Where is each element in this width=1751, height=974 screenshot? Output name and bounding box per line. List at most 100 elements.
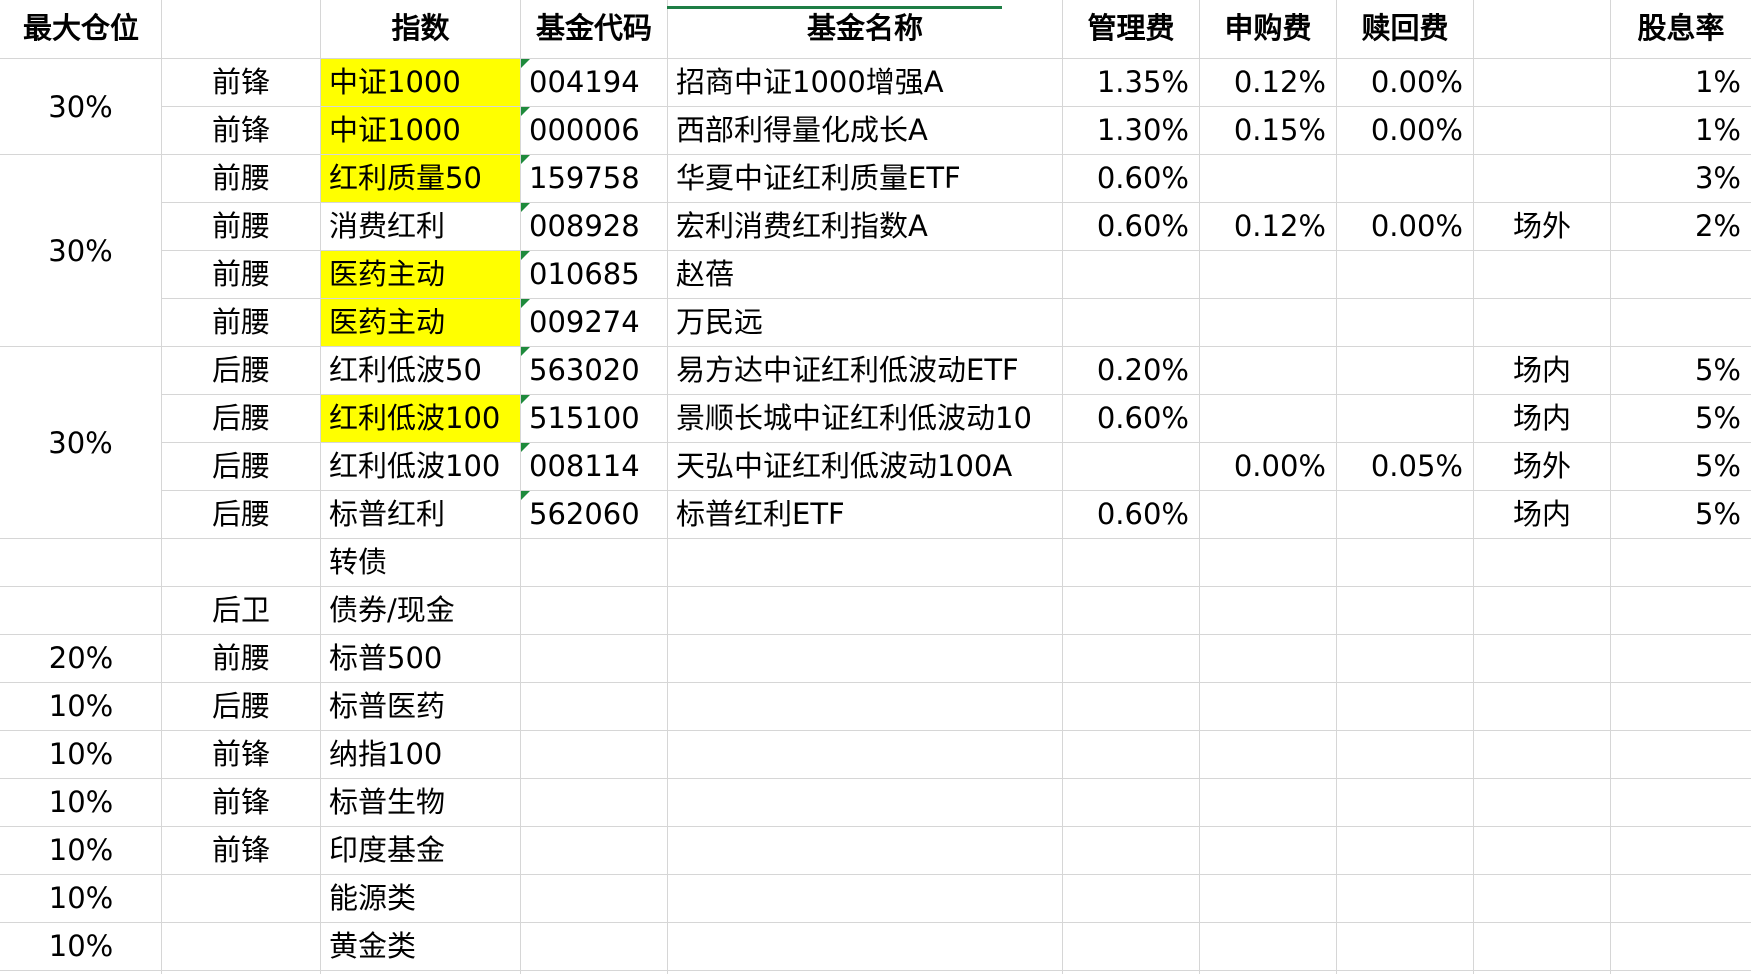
role-cell[interactable]: 前锋 (162, 731, 320, 778)
fund-code-cell[interactable] (521, 683, 667, 730)
redemption-fee-cell[interactable] (1337, 827, 1473, 874)
mgmt-fee-cell[interactable]: 1.35% (1063, 59, 1199, 106)
mgmt-fee-cell[interactable] (1063, 539, 1199, 586)
market-cell[interactable] (1474, 683, 1610, 730)
fund-name-cell[interactable]: 赵蓓 (668, 251, 1062, 298)
dividend-yield-cell[interactable] (1611, 731, 1751, 778)
header-max-position[interactable]: 最大仓位 (1, 2, 161, 59)
header-market[interactable] (1474, 2, 1610, 59)
role-cell[interactable] (162, 875, 320, 922)
index-cell[interactable]: 标普生物 (321, 779, 520, 826)
fund-code-cell[interactable]: 010685 (521, 251, 667, 298)
index-cell[interactable]: 红利质量50 (321, 155, 520, 202)
max-position-merged-cell[interactable]: 30% (0, 155, 161, 346)
redemption-fee-cell[interactable] (1337, 539, 1473, 586)
redemption-fee-cell[interactable] (1337, 347, 1473, 394)
index-cell[interactable]: 消费红利 (321, 203, 520, 250)
mgmt-fee-cell[interactable] (1063, 779, 1199, 826)
role-cell[interactable]: 后卫 (162, 587, 320, 634)
role-cell[interactable]: 后腰 (162, 395, 320, 442)
market-cell[interactable]: 场外 (1474, 203, 1610, 250)
market-cell[interactable] (1474, 635, 1610, 682)
subscription-fee-cell[interactable] (1200, 347, 1336, 394)
max-position-merged-cell[interactable]: 30% (0, 347, 161, 538)
market-cell[interactable] (1474, 299, 1610, 346)
subscription-fee-cell[interactable]: 0.15% (1200, 107, 1336, 154)
subscription-fee-cell[interactable] (1200, 923, 1336, 970)
dividend-yield-cell[interactable]: 5% (1611, 443, 1751, 490)
subscription-fee-cell[interactable] (1200, 299, 1336, 346)
max-position-cell[interactable]: 10% (1, 923, 161, 970)
fund-name-cell[interactable] (668, 587, 1062, 634)
redemption-fee-cell[interactable] (1337, 731, 1473, 778)
fund-name-cell[interactable] (668, 683, 1062, 730)
fund-name-cell[interactable]: 宏利消费红利指数A (668, 203, 1062, 250)
subscription-fee-cell[interactable] (1200, 155, 1336, 202)
dividend-yield-cell[interactable]: 5% (1611, 395, 1751, 442)
max-position-cell[interactable]: 10% (1, 875, 161, 922)
fund-name-cell[interactable] (668, 539, 1062, 586)
dividend-yield-cell[interactable] (1611, 299, 1751, 346)
index-cell[interactable]: 红利低波50 (321, 347, 520, 394)
max-position-cell[interactable]: 10% (1, 683, 161, 730)
mgmt-fee-cell[interactable]: 0.60% (1063, 203, 1199, 250)
fund-name-cell[interactable] (668, 779, 1062, 826)
fund-code-cell[interactable] (521, 731, 667, 778)
fund-code-cell[interactable]: 008928 (521, 203, 667, 250)
mgmt-fee-cell[interactable] (1063, 731, 1199, 778)
fund-name-cell[interactable]: 西部利得量化成长A (668, 107, 1062, 154)
mgmt-fee-cell[interactable] (1063, 875, 1199, 922)
market-cell[interactable]: 场内 (1474, 491, 1610, 538)
market-cell[interactable] (1474, 539, 1610, 586)
market-cell[interactable] (1474, 923, 1610, 970)
index-cell[interactable]: 中证1000 (321, 107, 520, 154)
fund-code-cell[interactable] (521, 779, 667, 826)
index-cell[interactable]: 印度基金 (321, 827, 520, 874)
mgmt-fee-cell[interactable] (1063, 827, 1199, 874)
redemption-fee-cell[interactable] (1337, 155, 1473, 202)
dividend-yield-cell[interactable] (1611, 251, 1751, 298)
role-cell[interactable]: 前腰 (162, 203, 320, 250)
mgmt-fee-cell[interactable] (1063, 683, 1199, 730)
subscription-fee-cell[interactable] (1200, 827, 1336, 874)
subscription-fee-cell[interactable] (1200, 875, 1336, 922)
dividend-yield-cell[interactable] (1611, 587, 1751, 634)
dividend-yield-cell[interactable] (1611, 827, 1751, 874)
dividend-yield-cell[interactable] (1611, 683, 1751, 730)
mgmt-fee-cell[interactable]: 0.60% (1063, 395, 1199, 442)
fund-code-cell[interactable] (521, 635, 667, 682)
dividend-yield-cell[interactable]: 5% (1611, 347, 1751, 394)
subscription-fee-cell[interactable] (1200, 635, 1336, 682)
index-cell[interactable]: 能源类 (321, 875, 520, 922)
redemption-fee-cell[interactable] (1337, 779, 1473, 826)
role-cell[interactable]: 前锋 (162, 107, 320, 154)
mgmt-fee-cell[interactable]: 0.60% (1063, 491, 1199, 538)
fund-code-cell[interactable]: 004194 (521, 59, 667, 106)
mgmt-fee-cell[interactable] (1063, 251, 1199, 298)
market-cell[interactable] (1474, 827, 1610, 874)
subscription-fee-cell[interactable] (1200, 587, 1336, 634)
fund-code-cell[interactable]: 009274 (521, 299, 667, 346)
redemption-fee-cell[interactable] (1337, 395, 1473, 442)
index-cell[interactable]: 红利低波100 (321, 395, 520, 442)
market-cell[interactable]: 场内 (1474, 347, 1610, 394)
market-cell[interactable] (1474, 587, 1610, 634)
subscription-fee-cell[interactable] (1200, 251, 1336, 298)
header-redemption-fee[interactable]: 赎回费 (1337, 2, 1473, 59)
max-position-cell[interactable]: 10% (1, 731, 161, 778)
dividend-yield-cell[interactable]: 1% (1611, 107, 1751, 154)
market-cell[interactable] (1474, 731, 1610, 778)
fund-code-cell[interactable] (521, 875, 667, 922)
index-cell[interactable]: 医药主动 (321, 251, 520, 298)
subscription-fee-cell[interactable] (1200, 779, 1336, 826)
subscription-fee-cell[interactable] (1200, 683, 1336, 730)
max-position-cell[interactable]: 20% (1, 635, 161, 682)
redemption-fee-cell[interactable] (1337, 491, 1473, 538)
header-index[interactable]: 指数 (321, 2, 520, 59)
index-cell[interactable]: 标普医药 (321, 683, 520, 730)
max-position-cell[interactable]: 10% (1, 827, 161, 874)
subscription-fee-cell[interactable] (1200, 491, 1336, 538)
market-cell[interactable] (1474, 155, 1610, 202)
index-cell[interactable]: 债券/现金 (321, 587, 520, 634)
dividend-yield-cell[interactable] (1611, 875, 1751, 922)
